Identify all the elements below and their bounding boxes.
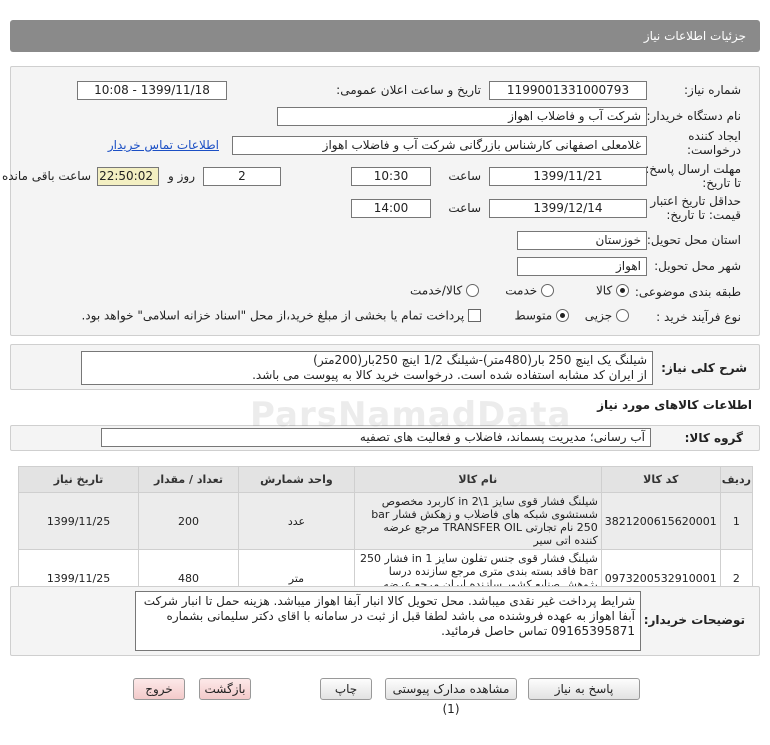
buyer-field: شرکت آب و فاضلاب اهواز bbox=[277, 107, 647, 126]
need-number-label: شماره نیاز: bbox=[684, 83, 741, 97]
col-header-unit: واحد شمارش bbox=[238, 466, 355, 493]
print-button[interactable]: چاپ bbox=[320, 678, 372, 700]
announce-label: تاریخ و ساعت اعلان عمومی: bbox=[336, 83, 481, 97]
send-deadline-label-line1: مهلت ارسال پاسخ: bbox=[645, 162, 741, 176]
summary-label: شرح کلی نیاز: bbox=[661, 361, 747, 375]
category-label: طبقه بندی موضوعی: bbox=[634, 285, 741, 299]
province-label: استان محل تحویل: bbox=[646, 233, 741, 247]
cell-index: 1 bbox=[719, 492, 754, 550]
table-row[interactable]: 1 3821200615620001 شیلنگ فشار قوی سایز i… bbox=[17, 492, 754, 550]
col-header-date: تاریخ نیاز bbox=[17, 466, 140, 493]
buyer-label: نام دستگاه خریدار: bbox=[646, 109, 742, 123]
city-field: اهواز bbox=[517, 257, 647, 276]
validity-time-label: ساعت bbox=[448, 201, 481, 215]
validity-date-field: 1399/12/14 bbox=[489, 199, 647, 218]
need-info-panel: شماره نیاز: 1199001331000793 تاریخ و ساع… bbox=[2, 66, 760, 336]
send-time-field: 10:30 bbox=[351, 167, 431, 186]
radio-selected-icon[interactable] bbox=[616, 284, 629, 297]
col-header-name: نام کالا bbox=[353, 466, 602, 493]
category-radio-goods-service[interactable]: کالا/خدمت bbox=[410, 283, 479, 298]
days-label: روز و bbox=[168, 169, 195, 183]
buyer-notes-panel: توضیحات خریدار: شرایط پرداخت غیر نقدی می… bbox=[10, 586, 760, 656]
goods-group-label: گروه کالا: bbox=[684, 431, 743, 445]
goods-section-title: اطلاعات کالاهای مورد نیاز bbox=[597, 398, 752, 412]
validity-label-line2: قیمت: تا تاریخ: bbox=[666, 208, 741, 222]
creator-label-line2: درخواست: bbox=[687, 143, 741, 157]
view-attachments-button[interactable]: مشاهده مدارک پیوستی (1) bbox=[385, 678, 517, 716]
remaining-time-field: 22:50:02 bbox=[97, 167, 159, 186]
summary-line2: از ایران کد مشابه استفاده شده است. درخوا… bbox=[252, 368, 647, 382]
validity-label-line1: حداقل تاریخ اعتبار bbox=[650, 194, 741, 208]
creator-label-line1: ایجاد کننده bbox=[688, 129, 741, 143]
goods-group-field: آب رسانی؛ مدیریت پسماند، فاضلاب و فعالیت… bbox=[101, 428, 651, 447]
radio-icon[interactable] bbox=[466, 284, 479, 297]
announce-datetime-field: 1399/11/18 - 10:08 bbox=[77, 81, 227, 100]
cell-name: شیلنگ فشار قوی سایز in 2\1 کاربرد مخصوص … bbox=[353, 492, 602, 550]
buyer-notes-text: شرایط پرداخت غیر نقدی میباشد. محل تحویل … bbox=[135, 591, 641, 651]
days-remaining-field: 2 bbox=[203, 167, 281, 186]
remaining-time-label: ساعت باقی مانده bbox=[1, 169, 91, 183]
summary-line1: شیلنگ یک اینچ 250 بار(480متر)-شیلنگ 1/2 … bbox=[313, 353, 647, 367]
page-title: جزئیات اطلاعات نیاز bbox=[643, 29, 746, 43]
radio-icon[interactable] bbox=[616, 309, 629, 322]
col-header-qty: تعداد / مقدار bbox=[138, 466, 240, 493]
validity-time-field: 14:00 bbox=[351, 199, 431, 218]
back-button[interactable]: بازگشت bbox=[199, 678, 251, 700]
purchase-type-label: نوع فرآیند خرید : bbox=[656, 310, 741, 324]
reply-to-need-button[interactable]: پاسخ به نیاز bbox=[528, 678, 640, 700]
send-date-field: 1399/11/21 bbox=[489, 167, 647, 186]
need-number-field: 1199001331000793 bbox=[489, 81, 647, 100]
creator-field: غلامعلی اصفهانی کارشناس بازرگانی شرکت آب… bbox=[232, 136, 647, 155]
cell-date: 1399/11/25 bbox=[17, 492, 140, 550]
buyer-notes-label: توضیحات خریدار: bbox=[643, 613, 745, 627]
purchase-radio-medium[interactable]: متوسط bbox=[514, 308, 569, 323]
summary-text: شیلنگ یک اینچ 250 بار(480متر)-شیلنگ 1/2 … bbox=[81, 351, 653, 385]
radio-selected-icon[interactable] bbox=[556, 309, 569, 322]
cell-code: 3821200615620001 bbox=[600, 492, 721, 550]
buyer-contact-link[interactable]: اطلاعات تماس خریدار bbox=[108, 138, 219, 152]
cell-qty: 200 bbox=[138, 492, 240, 550]
cell-unit: عدد bbox=[238, 492, 355, 550]
page-title-bar: جزئیات اطلاعات نیاز bbox=[10, 20, 760, 52]
category-radio-service[interactable]: خدمت bbox=[505, 283, 554, 298]
table-header-row: ردیف کد کالا نام کالا واحد شمارش تعداد /… bbox=[17, 466, 754, 493]
send-deadline-label-line2: تا تاریخ: bbox=[702, 176, 741, 190]
col-header-index: ردیف bbox=[719, 466, 754, 493]
city-label: شهر محل تحویل: bbox=[654, 259, 741, 273]
exit-button[interactable]: خروج bbox=[133, 678, 185, 700]
treasury-checkbox[interactable]: پرداخت تمام یا بخشی از مبلغ خرید،از محل … bbox=[81, 308, 481, 323]
goods-group-panel: گروه کالا: آب رسانی؛ مدیریت پسماند، فاضل… bbox=[10, 425, 760, 451]
summary-panel: شرح کلی نیاز: شیلنگ یک اینچ 250 بار(480م… bbox=[10, 344, 760, 390]
purchase-radio-minor[interactable]: جزیی bbox=[585, 308, 629, 323]
province-field: خوزستان bbox=[517, 231, 647, 250]
checkbox-icon[interactable] bbox=[468, 309, 481, 322]
send-time-label: ساعت bbox=[448, 169, 481, 183]
col-header-code: کد کالا bbox=[600, 466, 721, 493]
radio-icon[interactable] bbox=[541, 284, 554, 297]
category-radio-goods[interactable]: کالا bbox=[596, 283, 629, 298]
